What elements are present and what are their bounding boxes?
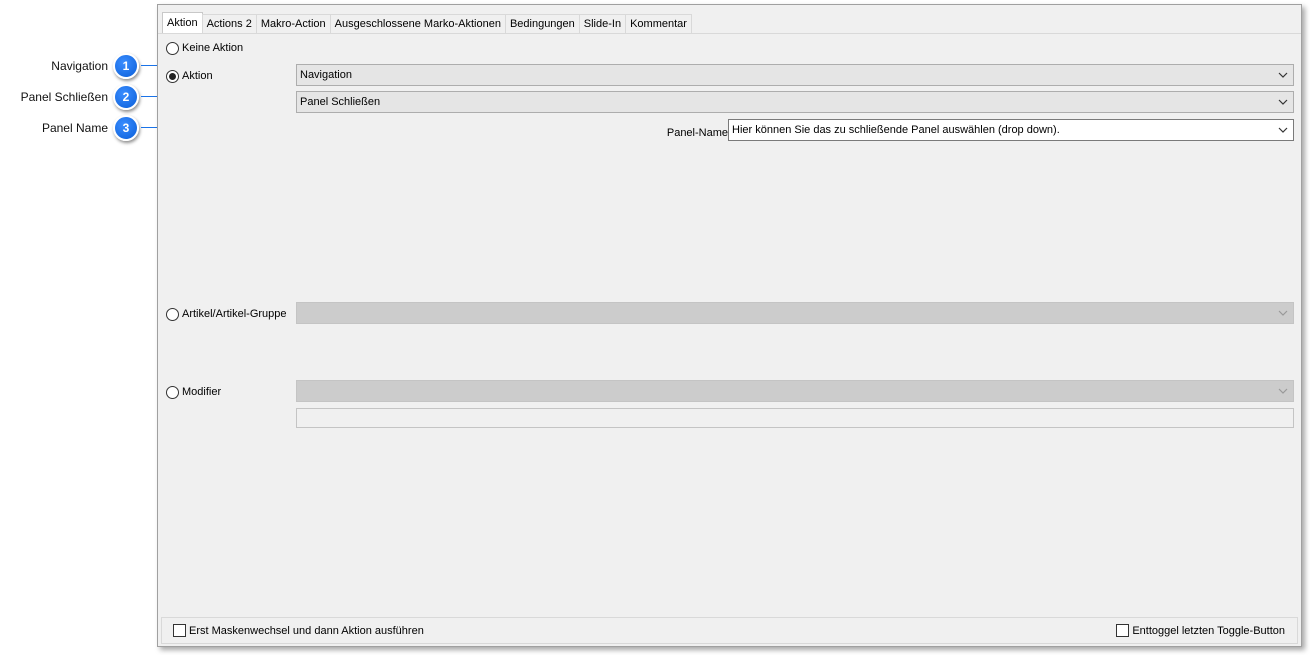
- radio-button-icon: [166, 385, 179, 399]
- chevron-down-icon: [1278, 99, 1288, 105]
- callout-badge-2: 2: [113, 84, 139, 110]
- radio-aktion-label: Aktion: [182, 70, 213, 82]
- tab-makro-action[interactable]: Makro-Action: [255, 14, 331, 33]
- radio-button-icon: [166, 307, 179, 321]
- panel-name-dropdown-value: Hier können Sie das zu schließende Panel…: [732, 124, 1060, 136]
- radio-keine-aktion-label: Keine Aktion: [182, 42, 244, 54]
- navigation-dropdown-value: Navigation: [300, 69, 352, 81]
- radio-button-icon: [166, 69, 179, 83]
- artikel-dropdown[interactable]: [296, 302, 1294, 324]
- navigation-dropdown[interactable]: Navigation: [296, 64, 1294, 86]
- modifier-text-field[interactable]: [296, 408, 1294, 428]
- radio-button-icon: [166, 41, 179, 55]
- radio-keine-aktion[interactable]: Keine Aktion: [166, 40, 243, 56]
- checkbox-maskenwechsel-label: Erst Maskenwechsel und dann Aktion ausfü…: [189, 624, 424, 637]
- chevron-down-icon: [1278, 72, 1288, 78]
- action-dialog: Aktion Actions 2 Makro-Action Ausgeschlo…: [157, 4, 1302, 647]
- tab-aktion[interactable]: Aktion: [162, 12, 203, 33]
- callout-badge-3: 3: [113, 115, 139, 141]
- radio-artikel-gruppe-label: Artikel/Artikel-Gruppe: [182, 308, 287, 320]
- callout-label-navigation: Navigation: [51, 59, 108, 73]
- panel-action-dropdown-value: Panel Schließen: [300, 96, 381, 108]
- radio-selected-dot: [169, 72, 176, 80]
- tab-actions-2[interactable]: Actions 2: [201, 14, 257, 33]
- tab-kommentar[interactable]: Kommentar: [625, 14, 692, 33]
- modifier-dropdown[interactable]: [296, 380, 1294, 402]
- radio-aktion[interactable]: Aktion: [166, 68, 213, 84]
- bottom-options-bar: Erst Maskenwechsel und dann Aktion ausfü…: [161, 617, 1298, 644]
- checkbox-enttoggel-label: Enttoggel letzten Toggle-Button: [1132, 624, 1285, 637]
- radio-modifier-label: Modifier: [182, 386, 222, 398]
- callout-label-panel-schliessen: Panel Schließen: [20, 90, 108, 104]
- checkbox-enttoggel[interactable]: Enttoggel letzten Toggle-Button: [1116, 624, 1285, 637]
- checkbox-maskenwechsel[interactable]: Erst Maskenwechsel und dann Aktion ausfü…: [173, 624, 424, 637]
- tab-ausgeschlossene-makro-aktionen[interactable]: Ausgeschlossene Marko-Aktionen: [329, 14, 506, 33]
- tab-content-aktion: Keine Aktion Aktion Navigation Panel Sch…: [158, 33, 1301, 615]
- panel-name-dropdown[interactable]: Hier können Sie das zu schließende Panel…: [728, 119, 1294, 141]
- panel-name-label: Panel-Name: [666, 127, 728, 139]
- tab-slide-in[interactable]: Slide-In: [578, 14, 627, 33]
- chevron-down-icon: [1278, 388, 1288, 394]
- radio-artikel-gruppe[interactable]: Artikel/Artikel-Gruppe: [166, 306, 287, 322]
- checkbox-icon: [1116, 624, 1130, 637]
- chevron-down-icon: [1278, 127, 1288, 133]
- tab-bedingungen[interactable]: Bedingungen: [504, 14, 580, 33]
- callout-label-panel-name: Panel Name: [41, 121, 108, 135]
- radio-modifier[interactable]: Modifier: [166, 384, 221, 400]
- tab-bar: Aktion Actions 2 Makro-Action Ausgeschlo…: [162, 12, 692, 33]
- panel-action-dropdown[interactable]: Panel Schließen: [296, 91, 1294, 113]
- checkbox-icon: [173, 624, 186, 637]
- chevron-down-icon: [1278, 310, 1288, 316]
- callout-badge-1: 1: [113, 53, 139, 79]
